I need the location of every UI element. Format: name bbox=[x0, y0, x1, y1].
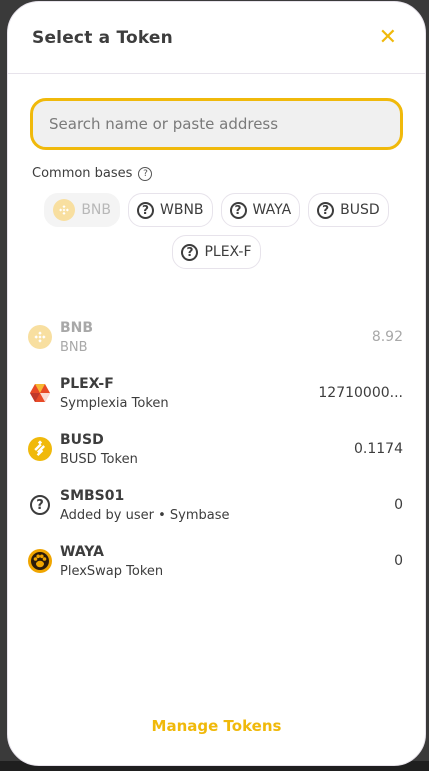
token-balance: 0 bbox=[394, 497, 403, 513]
base-chip-busd[interactable]: ? BUSD bbox=[308, 193, 389, 227]
token-name: BNB bbox=[60, 339, 88, 355]
base-chip-plex-f[interactable]: ? PLEX-F bbox=[172, 235, 261, 269]
token-row-plex-f[interactable]: PLEX-F Symplexia Token 12710000... bbox=[8, 365, 425, 421]
token-balance: 0.1174 bbox=[354, 441, 403, 457]
token-symbol: BUSD bbox=[60, 431, 104, 448]
base-chip-waya[interactable]: ? WAYA bbox=[220, 193, 301, 227]
token-row-waya[interactable]: WAYA PlexSwap Token 0 bbox=[8, 533, 425, 589]
question-icon: ? bbox=[181, 243, 199, 261]
plex-icon bbox=[28, 381, 52, 405]
base-chip-label: BUSD bbox=[340, 202, 380, 218]
common-bases-label: Common bases bbox=[32, 166, 133, 181]
token-name: Symplexia Token bbox=[60, 395, 169, 411]
token-name: PlexSwap Token bbox=[60, 563, 164, 579]
manage-tokens-button[interactable]: Manage Tokens bbox=[152, 717, 282, 735]
modal-title: Select a Token bbox=[32, 27, 173, 48]
close-icon[interactable]: ✕ bbox=[379, 26, 397, 49]
bnb-icon bbox=[53, 199, 76, 221]
common-bases-list: BNB ? WBNB ? WAYA ? BUSD ? PLEX-F bbox=[8, 181, 425, 269]
token-row-bnb[interactable]: BNB BNB 8.92 bbox=[8, 309, 425, 365]
token-balance: 0 bbox=[394, 553, 403, 569]
waya-icon bbox=[28, 549, 52, 573]
help-icon[interactable]: ? bbox=[138, 166, 153, 181]
question-icon: ? bbox=[28, 493, 52, 517]
token-balance: 8.92 bbox=[371, 329, 403, 345]
base-chip-label: WBNB bbox=[160, 202, 204, 218]
question-icon: ? bbox=[229, 201, 247, 219]
search-wrap bbox=[8, 74, 425, 150]
token-row-smbs01[interactable]: ? SMBS01 Added by user • Symbase 0 bbox=[8, 477, 425, 533]
bnb-icon bbox=[28, 325, 52, 349]
question-icon: ? bbox=[137, 201, 154, 219]
token-balance: 12710000... bbox=[318, 385, 403, 401]
token-symbol: PLEX-F bbox=[60, 375, 114, 392]
token-name: BUSD Token bbox=[60, 451, 138, 467]
base-chip-label: BNB bbox=[81, 202, 111, 218]
base-chip-bnb[interactable]: BNB bbox=[44, 193, 120, 227]
token-symbol: WAYA bbox=[60, 543, 104, 560]
base-chip-label: WAYA bbox=[252, 202, 292, 218]
token-select-modal: Select a Token ✕ Common bases ? BNB ? WB… bbox=[7, 1, 426, 766]
base-chip-label: PLEX-F bbox=[204, 244, 252, 260]
token-name: Added by user • Symbase bbox=[60, 507, 230, 523]
token-list: BNB BNB 8.92 PLEX-F Symplexia Token 1271… bbox=[8, 309, 425, 589]
search-input[interactable] bbox=[30, 98, 403, 150]
token-symbol: SMBS01 bbox=[60, 487, 125, 504]
token-symbol: BNB bbox=[60, 319, 94, 336]
token-row-busd[interactable]: BUSD BUSD Token 0.1174 bbox=[8, 421, 425, 477]
busd-icon bbox=[28, 437, 52, 461]
modal-footer: Manage Tokens bbox=[8, 716, 425, 735]
common-bases-heading: Common bases ? bbox=[32, 166, 425, 181]
question-icon: ? bbox=[317, 201, 335, 219]
modal-header: Select a Token ✕ bbox=[8, 2, 425, 74]
base-chip-wbnb[interactable]: ? WBNB bbox=[128, 193, 213, 227]
